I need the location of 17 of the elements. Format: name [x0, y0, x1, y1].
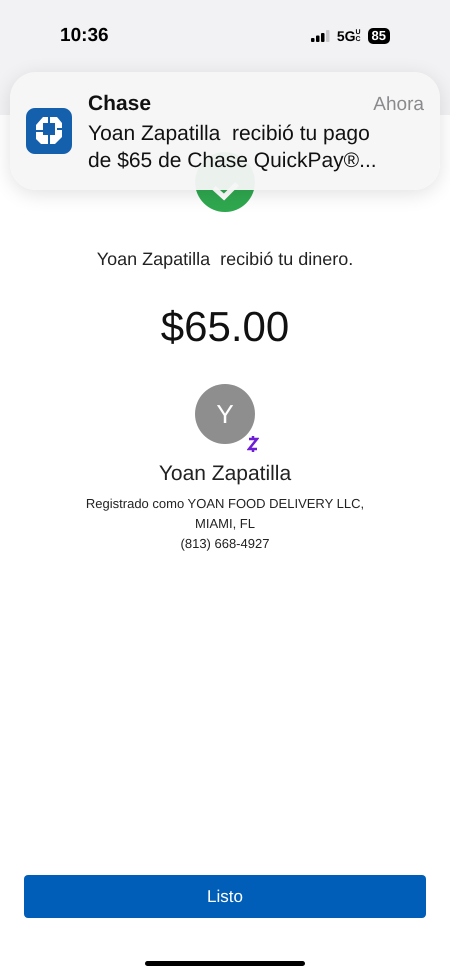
octagon-logo-icon — [26, 108, 72, 154]
recipient-detail: MIAMI, FL — [195, 514, 255, 532]
confirmation-message: Yoan Zapatilla recibió tu dinero. — [96, 248, 354, 271]
notification-time: Ahora — [373, 93, 424, 118]
recipient-name: Yoan Zapatilla — [158, 461, 292, 487]
notification-banner[interactable]: Chase Ahora Yoan Zapatilla recibió tu pago de $65 de Chase QuickPay®... — [10, 72, 440, 190]
avatar: Y — [195, 384, 255, 444]
notification-app-name: Chase — [88, 91, 152, 118]
battery-indicator: 85 — [368, 28, 390, 44]
done-button[interactable]: Listo — [24, 875, 426, 918]
recipient-detail: (813) 668-4927 — [180, 534, 270, 553]
clock-time: 10:36 — [60, 24, 109, 48]
notification-text: de $65 de Chase QuickPay®... — [88, 148, 378, 174]
notification-text: Yoan Zapatilla recibió tu pago — [88, 120, 371, 147]
recipient-detail: Registrado como YOAN FOOD DELIVERY LLC, — [86, 494, 364, 513]
payment-amount: $65.00 — [160, 302, 290, 352]
signal-icon — [310, 30, 331, 42]
